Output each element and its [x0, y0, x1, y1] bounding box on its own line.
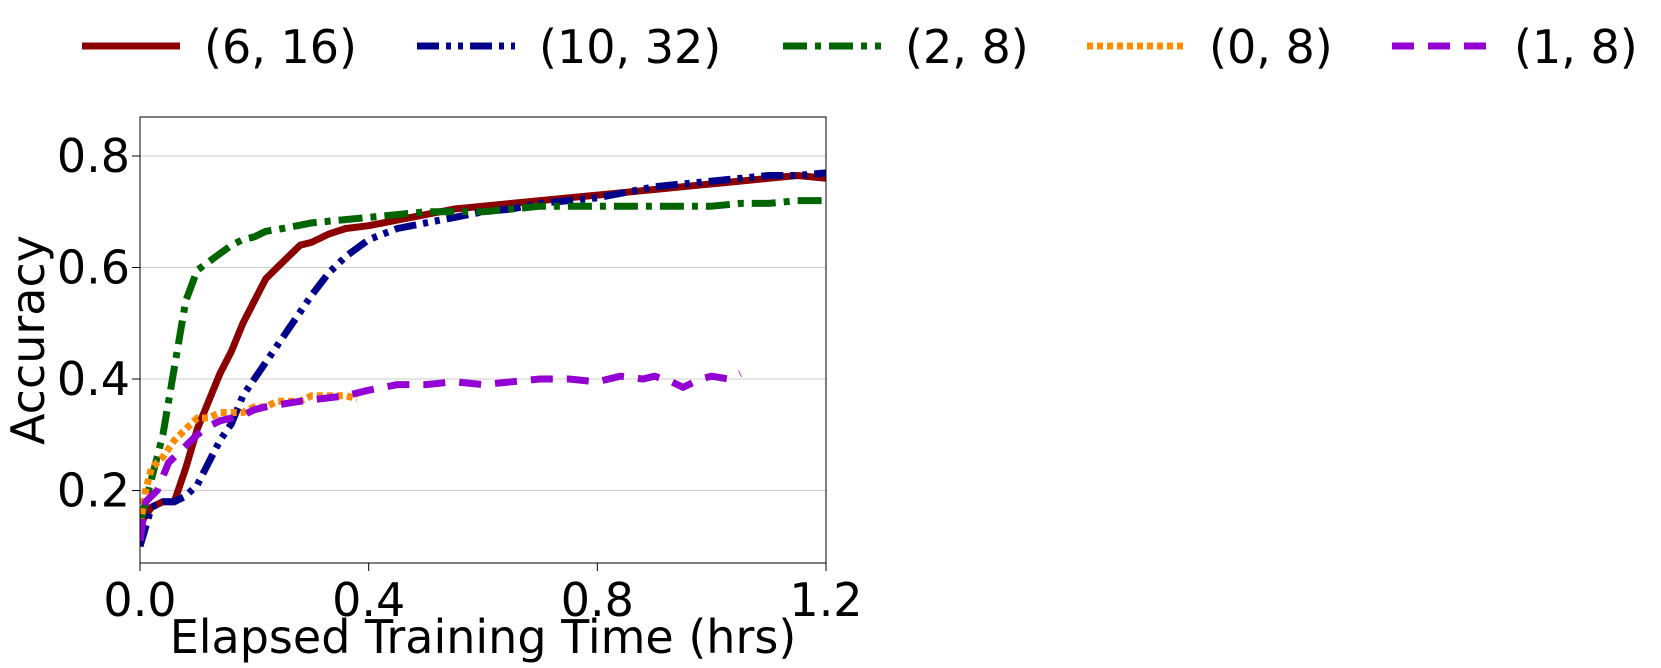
legend-label-0: (6, 16)	[204, 20, 357, 74]
legend-label-4: (1, 8)	[1514, 20, 1638, 74]
legend-label-1: (10, 32)	[539, 20, 721, 74]
series-line-0	[140, 172, 826, 526]
legend-label-2: (2, 8)	[905, 20, 1029, 74]
series-line-4	[140, 370, 742, 542]
y-tick-label-1: 0.4	[57, 352, 130, 406]
y-axis-label: Accuracy	[1, 235, 55, 445]
x-tick-label-3: 1.2	[789, 573, 862, 627]
y-tick-label-0: 0.2	[57, 464, 130, 518]
series-line-2	[140, 197, 826, 525]
y-tick-label-3: 0.8	[57, 129, 130, 183]
x-axis-label: Elapsed Training Time (hrs)	[170, 610, 797, 664]
y-axis-ticks: 0.2 0.4 0.6 0.8	[57, 129, 140, 518]
x-tick-label-0: 0.0	[103, 573, 176, 627]
legend: (6, 16) (10, 32) (2, 8) (0, 8) (1, 8)	[82, 20, 1638, 74]
accuracy-line-chart: (6, 16) (10, 32) (2, 8) (0, 8) (1, 8) 0.0 0.4…	[1, 20, 1638, 664]
legend-label-3: (0, 8)	[1209, 20, 1333, 74]
y-tick-label-2: 0.6	[57, 241, 130, 295]
